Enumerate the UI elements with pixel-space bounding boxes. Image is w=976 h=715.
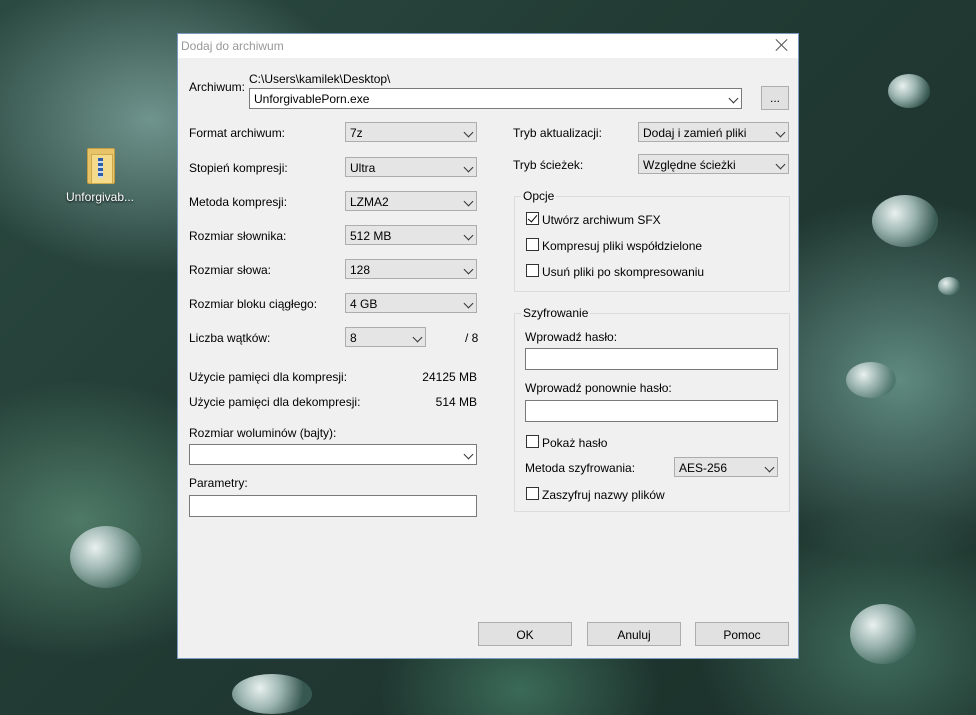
parameters-input[interactable]: [189, 495, 477, 517]
chevron-down-icon: [728, 93, 739, 104]
show-password-label: Pokaż hasło: [542, 436, 608, 450]
path-mode-value: Względne ścieżki: [643, 158, 736, 172]
archive-name-combobox[interactable]: UnforgivablePorn.exe: [249, 88, 742, 109]
chevron-down-icon: [764, 462, 775, 473]
delete-after-label: Usuń pliki po skompresowaniu: [542, 265, 705, 279]
chevron-down-icon: [463, 162, 474, 173]
water-drop: [232, 674, 312, 714]
archive-path: C:\Users\kamilek\Desktop\: [249, 72, 391, 86]
sfx-label: Utwórz archiwum SFX: [542, 213, 661, 227]
threads-value: 8: [350, 331, 357, 345]
mem-compress-value: 24125 MB: [422, 370, 477, 384]
archive-name-value: UnforgivablePorn.exe: [254, 92, 370, 106]
encryption-method-label: Metoda szyfrowania:: [525, 461, 636, 475]
word-size-label: Rozmiar słowa:: [189, 263, 272, 277]
chevron-down-icon: [463, 298, 474, 309]
update-mode-select[interactable]: Dodaj i zamień pliki: [638, 122, 789, 142]
encryption-group-title: Szyfrowanie: [521, 306, 591, 320]
password-input[interactable]: [525, 348, 778, 370]
water-drop: [872, 195, 938, 247]
threads-select[interactable]: 8: [345, 327, 426, 347]
sfx-checkbox[interactable]: [526, 212, 539, 225]
chevron-down-icon: [463, 127, 474, 138]
word-size-select[interactable]: 128: [345, 259, 477, 279]
archive-label: Archiwum:: [189, 80, 246, 94]
block-size-label: Rozmiar bloku ciągłego:: [189, 297, 318, 311]
add-to-archive-dialog: Dodaj do archiwum Archiwum: C:\Users\kam…: [177, 33, 799, 659]
chevron-down-icon: [463, 264, 474, 275]
format-select[interactable]: 7z: [345, 122, 477, 142]
level-value: Ultra: [350, 161, 376, 175]
desktop-file-icon[interactable]: Unforgivab...: [60, 146, 140, 204]
options-group-title: Opcje: [521, 189, 557, 203]
method-select[interactable]: LZMA2: [345, 191, 477, 211]
volume-size-label: Rozmiar woluminów (bajty):: [189, 426, 337, 440]
chevron-down-icon: [775, 159, 786, 170]
word-size-value: 128: [350, 263, 371, 277]
encryption-method-select[interactable]: AES-256: [674, 457, 778, 477]
zip-folder-icon: [85, 146, 115, 184]
repeat-password-input[interactable]: [525, 400, 778, 422]
help-button[interactable]: Pomoc: [695, 622, 789, 646]
encryption-method-value: AES-256: [679, 461, 728, 475]
level-label: Stopień kompresji:: [189, 161, 288, 175]
chevron-down-icon: [412, 332, 423, 343]
chevron-down-icon: [463, 230, 474, 241]
format-value: 7z: [350, 126, 363, 140]
dialog-title: Dodaj do archiwum: [181, 39, 284, 53]
title-bar: Dodaj do archiwum: [178, 34, 798, 58]
method-label: Metoda kompresji:: [189, 195, 288, 209]
repeat-password-label: Wprowadź ponownie hasło:: [525, 381, 672, 395]
cancel-button[interactable]: Anuluj: [587, 622, 681, 646]
close-icon[interactable]: [774, 37, 790, 53]
delete-after-checkbox[interactable]: [526, 264, 539, 277]
format-label: Format archiwum:: [189, 126, 286, 140]
water-drop: [70, 526, 142, 588]
browse-button[interactable]: ...: [761, 86, 789, 110]
water-drop: [888, 74, 930, 108]
water-drop: [850, 604, 916, 664]
desktop-icon-label: Unforgivab...: [65, 190, 135, 204]
dictionary-value: 512 MB: [350, 229, 392, 243]
threads-label: Liczba wątków:: [189, 331, 271, 345]
encrypt-names-checkbox[interactable]: [526, 487, 539, 500]
threads-max: / 8: [465, 331, 479, 345]
dictionary-select[interactable]: 512 MB: [345, 225, 477, 245]
password-label: Wprowadź hasło:: [525, 330, 618, 344]
chevron-down-icon: [463, 449, 474, 460]
path-mode-label: Tryb ścieżek:: [513, 158, 584, 172]
shared-files-checkbox[interactable]: [526, 238, 539, 251]
dictionary-label: Rozmiar słownika:: [189, 229, 287, 243]
parameters-label: Parametry:: [189, 476, 248, 490]
path-mode-select[interactable]: Względne ścieżki: [638, 154, 789, 174]
block-size-value: 4 GB: [350, 297, 378, 311]
mem-decompress-value: 514 MB: [435, 395, 477, 409]
volume-size-combobox[interactable]: [189, 444, 477, 465]
mem-compress-label: Użycie pamięci dla kompresji:: [189, 370, 348, 384]
ok-button[interactable]: OK: [478, 622, 572, 646]
water-drop: [846, 362, 896, 398]
method-value: LZMA2: [350, 195, 389, 209]
water-drop: [938, 277, 960, 295]
mem-decompress-label: Użycie pamięci dla dekompresji:: [189, 395, 361, 409]
shared-files-label: Kompresuj pliki współdzielone: [542, 239, 703, 253]
chevron-down-icon: [775, 127, 786, 138]
chevron-down-icon: [463, 196, 474, 207]
update-mode-value: Dodaj i zamień pliki: [643, 126, 747, 140]
update-mode-label: Tryb aktualizacji:: [513, 126, 602, 140]
show-password-checkbox[interactable]: [526, 435, 539, 448]
block-size-select[interactable]: 4 GB: [345, 293, 477, 313]
level-select[interactable]: Ultra: [345, 157, 477, 177]
encrypt-names-label: Zaszyfruj nazwy plików: [542, 488, 665, 502]
